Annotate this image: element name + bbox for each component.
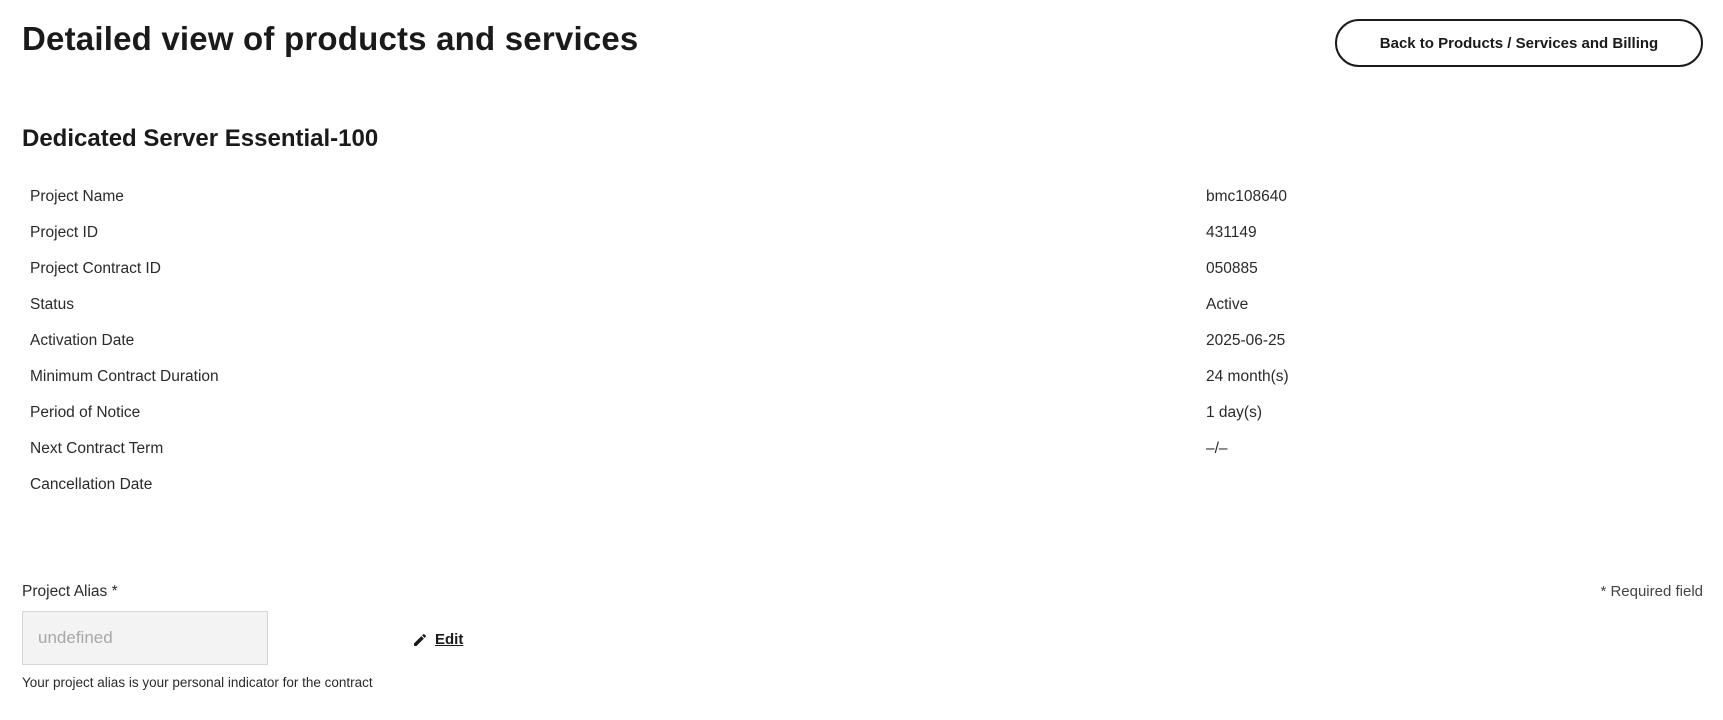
detail-value: 050885 xyxy=(1206,260,1258,277)
detail-value: 2025-06-25 xyxy=(1206,332,1286,349)
detail-value: bmc108640 xyxy=(1206,188,1288,205)
detail-value: 24 month(s) xyxy=(1206,368,1289,385)
edit-alias-link[interactable]: Edit xyxy=(412,631,463,648)
project-alias-input[interactable] xyxy=(22,611,268,665)
detail-label: Project Contract ID xyxy=(30,260,161,277)
detail-row-activation-date: Activation Date 2025-06-25 xyxy=(30,324,1703,360)
detail-row-project-contract-id: Project Contract ID 050885 xyxy=(30,252,1703,288)
edit-label: Edit xyxy=(435,631,464,648)
detail-label: Status xyxy=(30,296,74,313)
detail-label: Minimum Contract Duration xyxy=(30,368,219,385)
project-alias-hint: Your project alias is your personal indi… xyxy=(22,675,373,690)
detail-label: Period of Notice xyxy=(30,404,141,421)
required-field-note: * Required field xyxy=(1600,583,1703,600)
product-details-table: Project Name bmc108640 Project ID 431149… xyxy=(30,180,1703,504)
detail-label: Next Contract Term xyxy=(30,440,164,457)
detail-row-next-contract-term: Next Contract Term –/– xyxy=(30,432,1703,468)
detail-row-minimum-contract-duration: Minimum Contract Duration 24 month(s) xyxy=(30,360,1703,396)
detail-value: 1 day(s) xyxy=(1206,404,1262,421)
status-value: Active xyxy=(1206,296,1249,313)
detail-value: –/– xyxy=(1206,440,1228,457)
detail-label: Cancellation Date xyxy=(30,476,153,493)
detail-label: Project Name xyxy=(30,188,124,205)
back-to-products-button[interactable]: Back to Products / Services and Billing xyxy=(1335,19,1703,67)
project-alias-label: Project Alias * xyxy=(22,583,118,600)
detail-value: 431149 xyxy=(1206,224,1257,241)
detail-row-cancellation-date: Cancellation Date xyxy=(30,468,1703,504)
detail-label: Activation Date xyxy=(30,332,135,349)
detail-row-project-name: Project Name bmc108640 xyxy=(30,180,1703,216)
page-title: Detailed view of products and services xyxy=(22,20,639,57)
product-title: Dedicated Server Essential-100 xyxy=(22,125,379,152)
detail-row-period-of-notice: Period of Notice 1 day(s) xyxy=(30,396,1703,432)
detail-row-status: Status Active xyxy=(30,288,1703,324)
pencil-icon xyxy=(414,633,427,646)
detail-label: Project ID xyxy=(30,224,99,241)
detail-row-project-id: Project ID 431149 xyxy=(30,216,1703,252)
